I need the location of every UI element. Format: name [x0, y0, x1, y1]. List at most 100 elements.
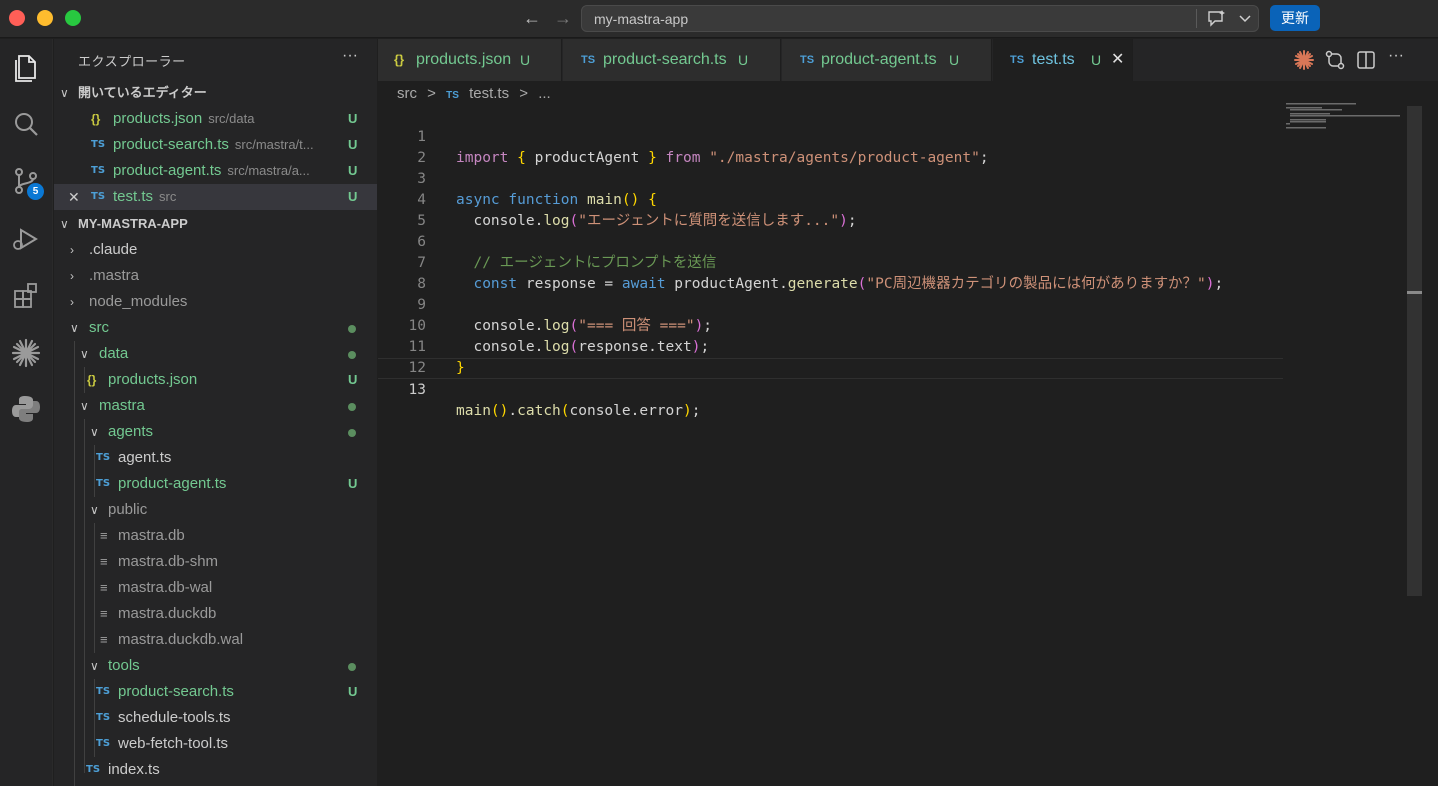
- open-editor-item-active[interactable]: ✕ TS test.ts src U: [54, 184, 377, 210]
- typescript-file-icon: TS: [96, 478, 111, 489]
- tab-test-ts[interactable]: TS test.ts U ✕: [993, 39, 1133, 81]
- search-icon[interactable]: [10, 109, 42, 141]
- chevron-down-icon[interactable]: [1238, 10, 1252, 28]
- file-label: mastra.db: [118, 527, 185, 544]
- open-editors-label: 開いているエディター: [78, 85, 207, 100]
- breadcrumb-more[interactable]: ...: [538, 85, 551, 102]
- chevron-down-icon: ∨: [60, 86, 69, 100]
- file-item[interactable]: ≡ mastra.db-shm: [54, 549, 377, 575]
- chevron-right-icon: ›: [70, 295, 74, 309]
- code-line: 12: [378, 337, 1283, 376]
- open-editors-header[interactable]: ∨ 開いているエディター: [54, 80, 377, 106]
- file-label: schedule-tools.ts: [118, 709, 231, 726]
- split-editor-icon[interactable]: [1355, 49, 1377, 71]
- untracked-badge: U: [1091, 52, 1102, 68]
- tab-products-json[interactable]: {} products.json U: [378, 39, 562, 81]
- project-label: MY-MASTRA-APP: [78, 216, 188, 231]
- chevron-down-icon: ∨: [70, 321, 79, 335]
- code-line: 8: [378, 253, 1283, 292]
- close-icon[interactable]: ✕: [68, 184, 80, 210]
- typescript-file-icon: TS: [446, 90, 459, 101]
- folder-item[interactable]: › .claude: [54, 237, 377, 263]
- arrow-left-icon[interactable]: ←: [522, 8, 542, 29]
- vertical-scrollbar[interactable]: [1407, 106, 1422, 596]
- code-line: 10 console.log(response.text);: [378, 295, 1283, 355]
- tab-label: product-search.ts: [603, 51, 727, 68]
- code-line: 7 const response = await productAgent.ge…: [378, 232, 1283, 292]
- more-actions-icon[interactable]: ···: [1388, 47, 1404, 65]
- folder-item[interactable]: › node_modules: [54, 289, 377, 315]
- arrow-right-icon[interactable]: →: [553, 8, 573, 29]
- open-editor-label: test.ts src: [113, 188, 177, 205]
- text-file-icon: ≡: [100, 554, 108, 569]
- json-file-icon: {}: [394, 52, 405, 67]
- typescript-file-icon: TS: [86, 764, 101, 775]
- breadcrumb-separator: >: [427, 85, 436, 102]
- file-item[interactable]: TS product-search.ts U: [54, 679, 377, 705]
- untracked-badge: U: [348, 163, 358, 178]
- typescript-file-icon: TS: [96, 738, 111, 749]
- breadcrumb-file[interactable]: test.ts: [469, 85, 509, 102]
- minimize-window-button[interactable]: [37, 10, 53, 26]
- chevron-down-icon: ∨: [90, 503, 99, 517]
- close-icon[interactable]: ✕: [1111, 39, 1124, 81]
- untracked-badge: U: [348, 372, 358, 387]
- code-editor[interactable]: src > TS test.ts > ... 1 import { produc…: [378, 81, 1438, 786]
- folder-label: node_modules: [89, 293, 188, 310]
- file-item[interactable]: ≡ mastra.duckdb.wal: [54, 627, 377, 653]
- file-item[interactable]: ≡ mastra.duckdb: [54, 601, 377, 627]
- compare-changes-icon[interactable]: [1324, 49, 1346, 71]
- open-editor-item[interactable]: {} products.json src/data U: [54, 106, 377, 132]
- more-actions-icon[interactable]: ···: [342, 47, 358, 65]
- code-line-current: 13 main().catch(console.error);: [378, 358, 1283, 419]
- file-item[interactable]: TS schedule-tools.ts: [54, 705, 377, 731]
- explorer-icon[interactable]: [10, 51, 42, 83]
- tab-product-agent-ts[interactable]: TS product-agent.ts U: [782, 39, 992, 81]
- folder-item[interactable]: ∨ mastra: [54, 393, 377, 419]
- file-item[interactable]: TS agent.ts: [54, 445, 377, 471]
- close-window-button[interactable]: [9, 10, 25, 26]
- typescript-file-icon: TS: [581, 54, 596, 66]
- claude-icon[interactable]: [1293, 49, 1315, 71]
- project-header[interactable]: ∨ MY-MASTRA-APP: [54, 211, 377, 237]
- open-editor-item[interactable]: TS product-search.ts src/mastra/t... U: [54, 132, 377, 158]
- python-icon[interactable]: [10, 393, 42, 425]
- code-line: 2: [378, 127, 1283, 166]
- minimap[interactable]: [1286, 101, 1401, 141]
- folder-item[interactable]: ∨ data: [54, 341, 377, 367]
- extensions-icon[interactable]: [10, 279, 42, 311]
- file-item[interactable]: ≡ mastra.db-wal: [54, 575, 377, 601]
- typescript-file-icon: TS: [91, 139, 106, 150]
- tab-product-search-ts[interactable]: TS product-search.ts U: [563, 39, 781, 81]
- chevron-right-icon: ›: [70, 243, 74, 257]
- update-button[interactable]: 更新: [1270, 5, 1320, 31]
- folder-item[interactable]: › .mastra: [54, 263, 377, 289]
- untracked-badge: U: [348, 189, 358, 204]
- file-item[interactable]: TS web-fetch-tool.ts: [54, 731, 377, 757]
- file-item[interactable]: ≡ mastra.db: [54, 523, 377, 549]
- maximize-window-button[interactable]: [65, 10, 81, 26]
- file-label: mastra.db-shm: [118, 553, 219, 570]
- folder-item[interactable]: ∨ public: [54, 497, 377, 523]
- command-center-search[interactable]: my-mastra-app: [581, 5, 1259, 32]
- run-debug-icon[interactable]: [10, 223, 42, 255]
- chat-icon[interactable]: [1206, 9, 1228, 29]
- modified-dot: [348, 325, 356, 333]
- folder-label: public: [108, 501, 148, 518]
- folder-item[interactable]: ∨ agents: [54, 419, 377, 445]
- file-item[interactable]: TS product-agent.ts U: [54, 471, 377, 497]
- chevron-right-icon: ›: [70, 269, 74, 283]
- title-bar: ← → my-mastra-app 更新: [0, 0, 1438, 38]
- untracked-badge: U: [949, 52, 960, 68]
- file-label: product-agent.ts: [118, 475, 227, 492]
- file-item[interactable]: {} products.json U: [54, 367, 377, 393]
- folder-item[interactable]: ∨ tools: [54, 653, 377, 679]
- file-label: product-search.ts: [118, 683, 234, 700]
- chevron-down-icon: ∨: [80, 399, 89, 413]
- claude-icon[interactable]: [10, 337, 42, 369]
- breadcrumb-folder[interactable]: src: [397, 85, 417, 102]
- file-item[interactable]: TS index.ts: [54, 757, 377, 783]
- folder-item[interactable]: ∨ src: [54, 315, 377, 341]
- open-editor-item[interactable]: TS product-agent.ts src/mastra/a... U: [54, 158, 377, 184]
- modified-dot: [348, 351, 356, 359]
